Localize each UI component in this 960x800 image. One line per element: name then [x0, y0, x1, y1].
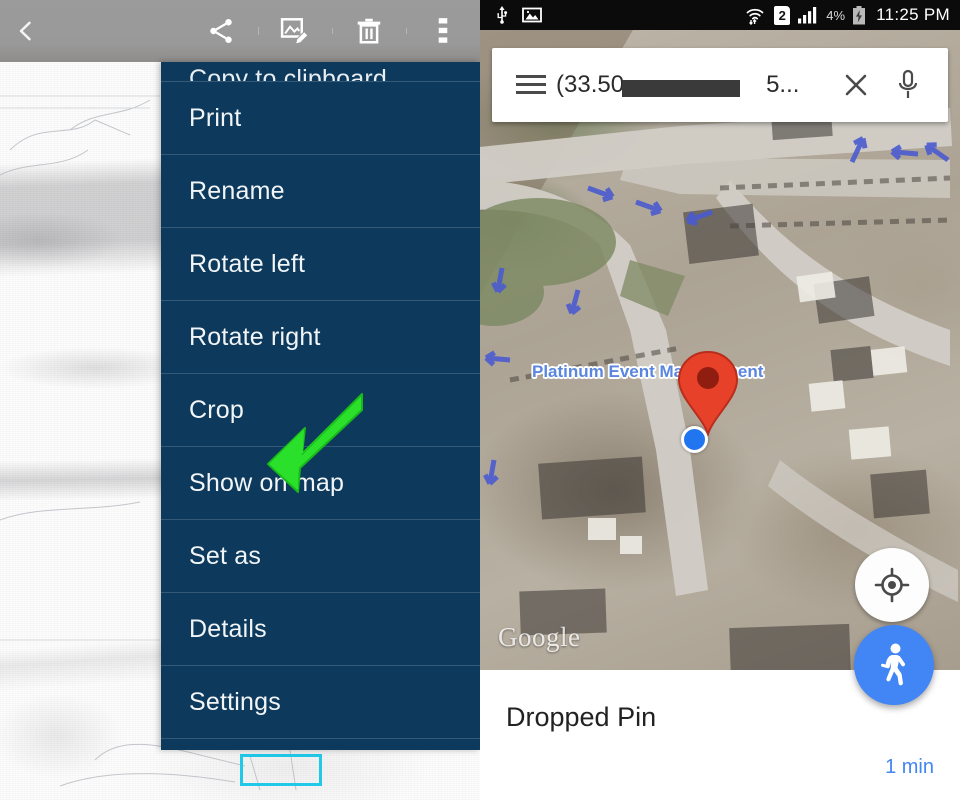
menu-item-rotate-right[interactable]: Rotate right: [161, 301, 480, 374]
menu-item-copy-to-clipboard[interactable]: Copy to clipboard: [161, 62, 480, 82]
menu-item-print[interactable]: Print: [161, 82, 480, 155]
image-icon: [522, 7, 542, 23]
menu-item-label: Crop: [189, 395, 244, 424]
close-icon: [845, 74, 867, 96]
search-query-prefix: (33.50: [556, 71, 625, 98]
delete-icon: [357, 18, 381, 44]
my-location-button[interactable]: [855, 548, 929, 622]
battery-percent: 4%: [826, 7, 846, 23]
signal-bars-icon: [798, 7, 817, 24]
edit-image-button[interactable]: [258, 15, 332, 47]
menu-item-label: Set as: [189, 541, 262, 570]
google-watermark: Google: [498, 622, 581, 652]
share-icon: [210, 19, 232, 43]
travel-eta: 1 min: [885, 756, 934, 778]
hamburger-menu-icon: [516, 75, 546, 94]
menu-button[interactable]: [506, 74, 556, 96]
battery-charging-icon: [853, 5, 866, 24]
sim-indicator: 2: [774, 5, 791, 25]
status-bar-left: [488, 6, 542, 24]
menu-item-label: Settings: [189, 687, 281, 716]
annotation-arrow-icon: [267, 393, 363, 493]
menu-item-label: Details: [189, 614, 267, 643]
my-location-icon: [874, 567, 910, 603]
google-maps-panel: 2 4% 11:25 PM Platinum Event Management …: [480, 0, 960, 800]
selection-rectangle[interactable]: [240, 754, 322, 786]
share-button[interactable]: [184, 16, 258, 46]
redaction-bar: [622, 79, 741, 97]
menu-item-label: Copy to clipboard: [189, 65, 387, 82]
overflow-menu-icon: [438, 18, 448, 43]
menu-item-label: Rotate right: [189, 322, 321, 351]
menu-item-rename[interactable]: Rename: [161, 155, 480, 228]
menu-item-settings[interactable]: Settings: [161, 666, 480, 739]
status-bar-right: 2 4% 11:25 PM: [745, 5, 952, 25]
menu-item-rotate-left[interactable]: Rotate left: [161, 228, 480, 301]
back-button[interactable]: [0, 18, 52, 44]
map-pin-icon[interactable]: [676, 350, 740, 436]
menu-item-label: Rename: [189, 176, 285, 205]
viewer-toolbar: [0, 0, 480, 62]
menu-item-label: Rotate left: [189, 249, 306, 278]
edit-image-icon: [280, 18, 309, 45]
search-input[interactable]: (33.50 5...: [556, 71, 830, 99]
menu-item-details[interactable]: Details: [161, 593, 480, 666]
overflow-menu-button[interactable]: [406, 16, 480, 46]
delete-button[interactable]: [332, 16, 406, 46]
clear-search-button[interactable]: [830, 71, 882, 99]
search-query-suffix: 5...: [766, 71, 800, 98]
walking-directions-icon: [881, 643, 906, 686]
search-bar[interactable]: (33.50 5...: [492, 48, 948, 122]
menu-item-set-as[interactable]: Set as: [161, 520, 480, 593]
screenshot-root: Copy to clipboard Print Rename Rotate le…: [0, 0, 960, 800]
back-icon: [19, 21, 31, 41]
clock: 11:25 PM: [876, 5, 950, 24]
voice-search-button[interactable]: [882, 69, 934, 101]
place-title: Dropped Pin: [506, 702, 657, 732]
directions-button[interactable]: [854, 625, 934, 705]
android-status-bar: 2 4% 11:25 PM: [480, 0, 960, 30]
wifi-icon: [746, 8, 764, 25]
usb-icon: [497, 6, 508, 24]
microphone-icon: [898, 69, 918, 98]
gallery-viewer-panel: Copy to clipboard Print Rename Rotate le…: [0, 0, 480, 800]
map-canvas[interactable]: Platinum Event Management Google: [480, 30, 960, 670]
menu-item-label: Print: [189, 103, 242, 132]
